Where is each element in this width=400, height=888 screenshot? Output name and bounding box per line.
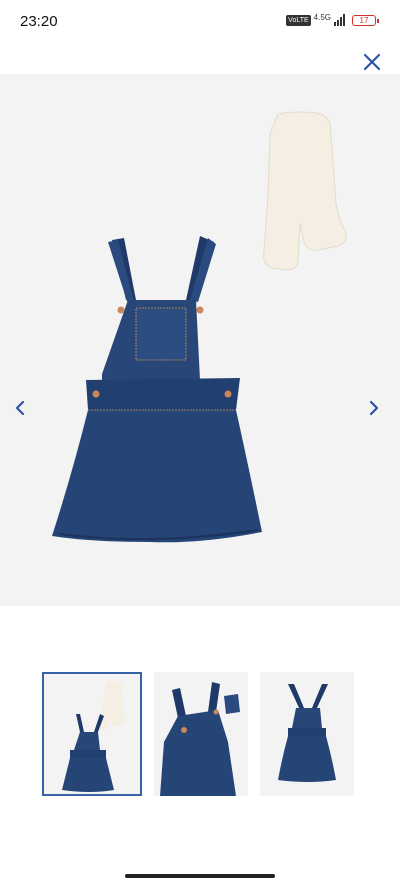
- thumbnail-strip: [42, 672, 354, 796]
- status-time: 23:20: [20, 13, 58, 30]
- thumbnail-3-image: [278, 684, 336, 782]
- main-product-image[interactable]: [0, 74, 400, 606]
- close-button[interactable]: [360, 50, 384, 74]
- thumbnail-2-image: [160, 682, 240, 796]
- overall-dress-image: [52, 236, 262, 543]
- status-icons: VoLTE 4.5G 17: [286, 12, 379, 26]
- home-indicator[interactable]: [125, 874, 275, 878]
- chevron-right-icon: [369, 400, 379, 416]
- thumbnail-1[interactable]: [42, 672, 142, 796]
- network-type: 4.5G: [313, 12, 331, 22]
- product-photo: [52, 111, 347, 543]
- close-icon: [363, 53, 381, 71]
- volte-badge: VoLTE: [286, 14, 311, 26]
- thumbnail-3[interactable]: [260, 672, 354, 796]
- chevron-left-icon: [15, 400, 25, 416]
- next-image-button[interactable]: [362, 396, 386, 420]
- thumbnail-1-image: [62, 681, 125, 792]
- battery-icon: 17: [352, 14, 379, 26]
- signal-icon: [334, 14, 345, 26]
- status-bar: 23:20 VoLTE 4.5G 17: [0, 0, 400, 44]
- tights-image: [263, 111, 347, 271]
- battery-level: 17: [359, 15, 369, 25]
- thumbnail-2[interactable]: [154, 672, 248, 796]
- previous-image-button[interactable]: [8, 396, 32, 420]
